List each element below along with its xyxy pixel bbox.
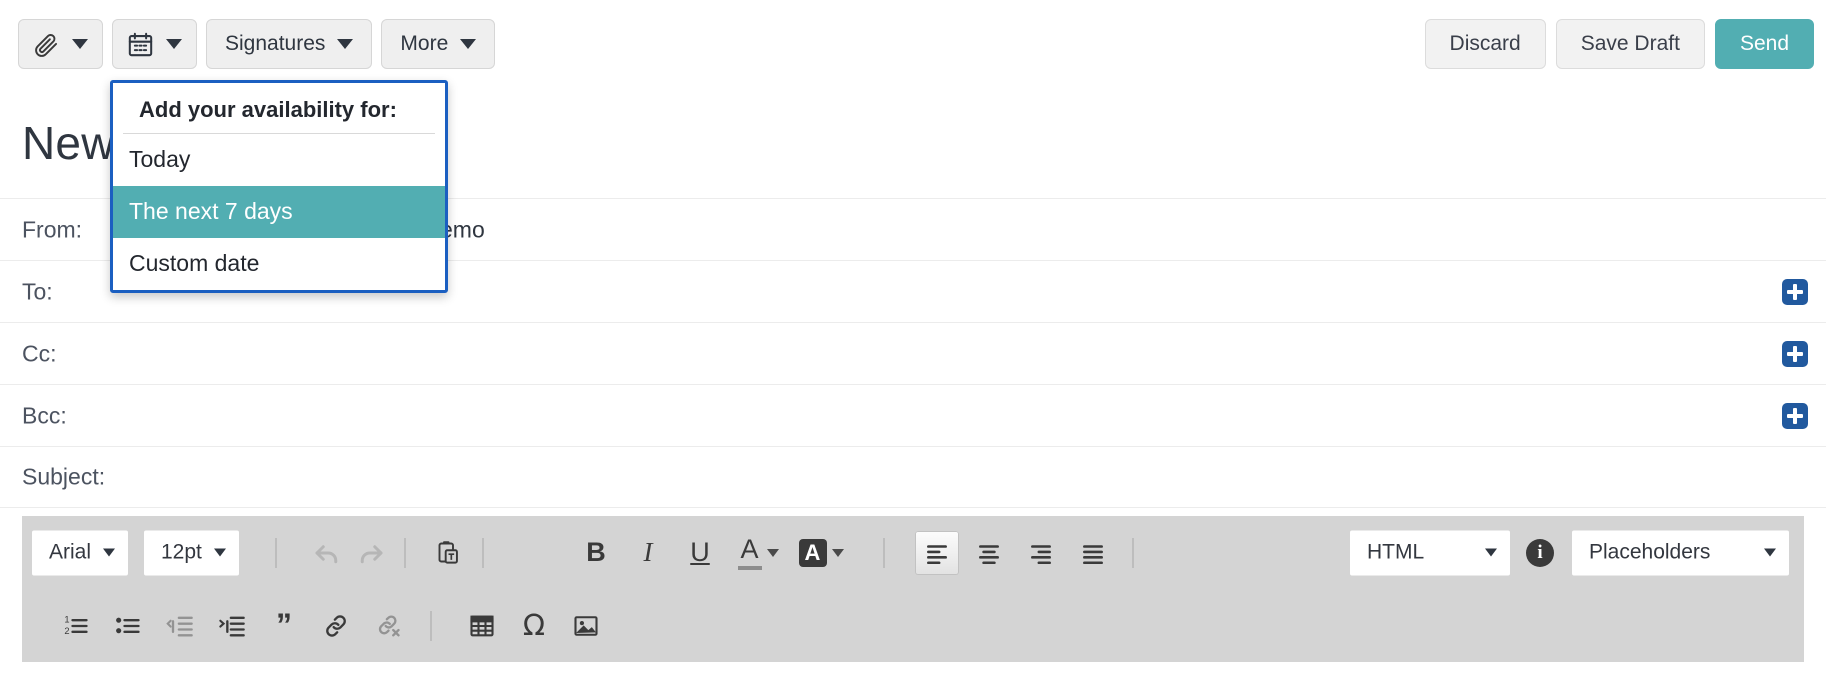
paperclip-icon xyxy=(33,31,60,58)
add-recipient-bcc-button[interactable] xyxy=(1782,402,1808,429)
availability-dropdown-menu: Add your availability for: Today The nex… xyxy=(110,80,448,293)
chevron-down-icon xyxy=(72,39,88,49)
font-family-select[interactable]: Arial xyxy=(32,530,128,575)
svg-text:2: 2 xyxy=(64,626,69,636)
align-left-icon[interactable] xyxy=(915,530,959,575)
placeholders-select[interactable]: Placeholders xyxy=(1572,530,1789,575)
background-color-glyph: A xyxy=(804,539,821,565)
font-size-value: 12pt xyxy=(161,540,202,564)
more-button[interactable]: More xyxy=(381,19,496,69)
remove-link-icon[interactable] xyxy=(366,604,410,648)
placeholders-value: Placeholders xyxy=(1589,540,1711,564)
redo-icon[interactable] xyxy=(349,531,393,575)
toolbar-divider xyxy=(482,537,484,568)
omega-glyph: Ω xyxy=(522,608,546,642)
toolbar-divider xyxy=(1132,537,1134,568)
attach-file-button[interactable] xyxy=(18,19,103,69)
rich-text-editor-toolbar: Arial 12pt B I U A A HTML i Placeholders… xyxy=(22,516,1804,662)
field-row-bcc: Bcc: xyxy=(0,384,1826,446)
background-color-icon[interactable]: A xyxy=(792,531,850,575)
page-title: New xyxy=(22,117,115,169)
toolbar-left-group: Signatures More xyxy=(18,19,496,69)
field-row-subject: Subject: xyxy=(0,446,1826,508)
signatures-button[interactable]: Signatures xyxy=(206,19,373,69)
increase-indent-icon[interactable] xyxy=(210,604,254,648)
chevron-down-icon xyxy=(1764,548,1776,557)
chevron-down-icon xyxy=(337,39,354,49)
align-right-icon[interactable] xyxy=(1019,531,1063,575)
numbered-list-icon[interactable]: 1 2 xyxy=(54,604,98,648)
text-color-icon[interactable]: A xyxy=(730,531,786,575)
add-recipient-to-button[interactable] xyxy=(1782,278,1808,305)
insert-table-icon[interactable] xyxy=(460,604,504,648)
chevron-down-icon xyxy=(214,548,226,557)
chevron-down-icon xyxy=(166,39,182,49)
underline-icon[interactable]: U xyxy=(678,531,722,575)
undo-icon[interactable] xyxy=(305,531,349,575)
editor-mode-select[interactable]: HTML xyxy=(1350,530,1510,575)
font-family-value: Arial xyxy=(49,540,92,564)
availability-option-custom-date[interactable]: Custom date xyxy=(113,238,445,290)
editor-toolbar-row-1: Arial 12pt B I U A A HTML i Placeholders xyxy=(22,516,1804,589)
bold-glyph: B xyxy=(586,537,606,567)
toolbar-divider xyxy=(883,537,885,568)
toolbar-divider xyxy=(430,610,432,641)
text-color-glyph: A xyxy=(740,533,759,564)
special-character-icon[interactable]: Ω xyxy=(512,604,556,648)
align-justify-icon[interactable] xyxy=(1071,531,1115,575)
italic-icon[interactable]: I xyxy=(626,531,670,575)
decrease-indent-icon[interactable] xyxy=(158,604,202,648)
from-label: From: xyxy=(22,216,83,242)
cc-label: Cc: xyxy=(22,340,57,366)
availability-option-next-7-days[interactable]: The next 7 days xyxy=(113,186,445,238)
to-label: To: xyxy=(22,278,53,304)
availability-option-today[interactable]: Today xyxy=(113,134,445,186)
discard-button[interactable]: Discard xyxy=(1424,19,1546,69)
font-size-select[interactable]: 12pt xyxy=(144,530,239,575)
svg-text:1: 1 xyxy=(64,614,69,624)
editor-toolbar-row-2: 1 2 ” Ω xyxy=(22,589,1804,662)
toolbar-divider xyxy=(275,537,277,568)
toolbar-right-group: Discard Save Draft Send xyxy=(1424,19,1814,69)
subject-label: Subject: xyxy=(22,463,106,490)
add-recipient-cc-button[interactable] xyxy=(1782,340,1808,367)
send-button[interactable]: Send xyxy=(1714,19,1814,69)
blockquote-icon[interactable]: ” xyxy=(262,604,306,648)
insert-link-icon[interactable] xyxy=(314,604,358,648)
info-icon[interactable]: i xyxy=(1526,538,1554,567)
chevron-down-icon xyxy=(766,548,779,557)
toolbar-divider xyxy=(404,537,406,568)
bulleted-list-icon[interactable] xyxy=(106,604,150,648)
chevron-down-icon xyxy=(1485,548,1497,557)
compose-toolbar: Signatures More Discard Save Draft Send xyxy=(0,0,1826,84)
chevron-down-icon xyxy=(460,39,477,49)
field-row-cc: Cc: xyxy=(0,322,1826,384)
chevron-down-icon xyxy=(831,548,844,557)
more-label: More xyxy=(400,32,449,55)
editor-mode-value: HTML xyxy=(1367,540,1425,564)
paste-as-text-icon[interactable] xyxy=(426,531,470,575)
bold-icon[interactable]: B xyxy=(574,531,618,575)
signatures-label: Signatures xyxy=(225,32,326,55)
chevron-down-icon xyxy=(103,548,115,557)
save-draft-button[interactable]: Save Draft xyxy=(1555,19,1705,69)
italic-glyph: I xyxy=(643,537,653,567)
blockquote-glyph: ” xyxy=(276,607,292,644)
align-center-icon[interactable] xyxy=(967,531,1011,575)
calendar-icon xyxy=(127,31,154,58)
availability-menu-header: Add your availability for: xyxy=(123,83,435,134)
bcc-label: Bcc: xyxy=(22,402,67,428)
insert-image-icon[interactable] xyxy=(564,604,608,648)
insert-availability-button[interactable] xyxy=(112,19,197,69)
underline-glyph: U xyxy=(690,537,710,567)
